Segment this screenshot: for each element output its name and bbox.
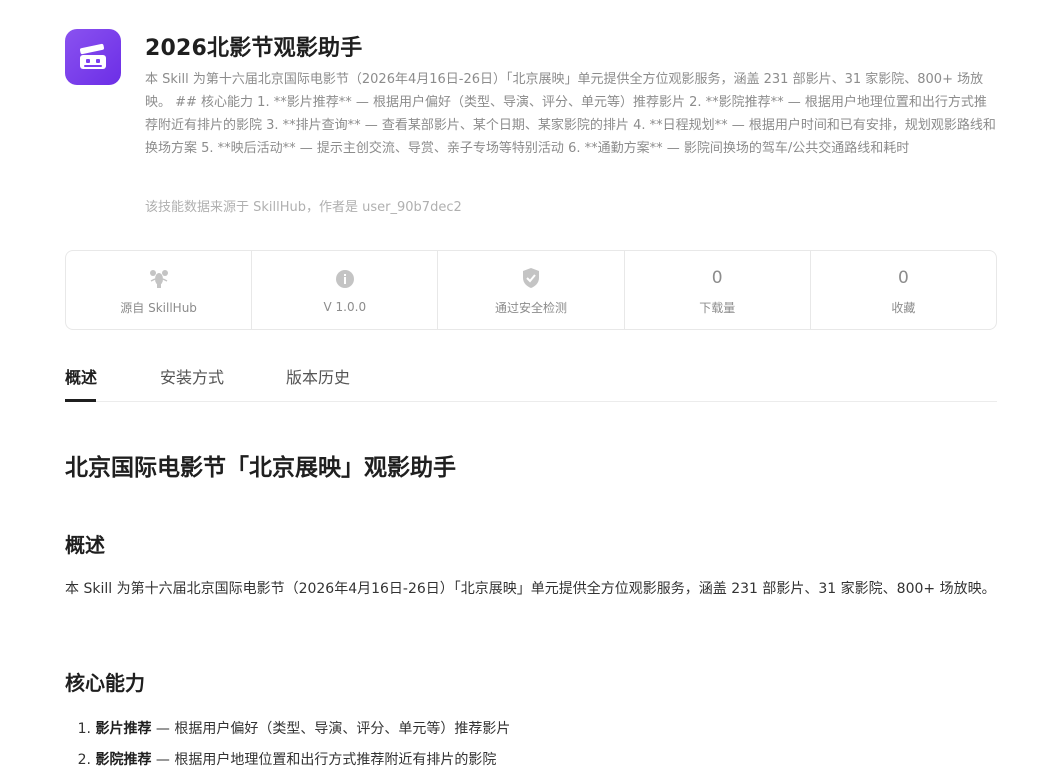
stat-label: 下载量 [699, 300, 736, 315]
skill-title: 2026北影节观影助手 [145, 36, 363, 61]
info-icon [335, 266, 355, 292]
download-count: 0 [711, 267, 723, 288]
source-note: 该技能数据来源于 SkillHub，作者是 user_90b7dec2 [145, 200, 462, 215]
content-title: 北京国际电影节「北京展映」观影助手 [65, 455, 456, 481]
capabilities-heading: 核心能力 [65, 671, 145, 695]
overview-paragraph: 本 Skill 为第十六届北京国际电影节（2026年4月16日-26日）「北京展… [65, 581, 996, 597]
stat-label: V 1.0.0 [323, 300, 367, 314]
list-item: 1. 影片推荐 — 根据用户偏好（类型、导演、评分、单元等）推荐影片 [77, 721, 511, 737]
tab-bar: 概述 安装方式 版本历史 [65, 352, 997, 402]
skill-description: 本 Skill 为第十六届北京国际电影节（2026年4月16日-26日）「北京展… [145, 72, 996, 156]
app-icon [65, 29, 121, 85]
favorite-count: 0 [898, 267, 909, 288]
stat-label: 通过安全检测 [495, 300, 568, 315]
stat-downloads: 0 下载量 [625, 251, 811, 329]
stat-label: 收藏 [891, 300, 916, 315]
overview-heading: 概述 [65, 533, 105, 557]
active-tab-indicator [65, 399, 96, 402]
stat-security: 通过安全检测 [438, 251, 625, 329]
capabilities-list: 1. 影片推荐 — 根据用户偏好（类型、导演、评分、单元等）推荐影片 2. 影院… [65, 714, 997, 776]
lobster-icon [148, 265, 170, 291]
stats-bar: 源自 SkillHub V 1.0.0 通过安全检测 0 下载量 0 收藏 [65, 250, 997, 330]
tab-installation[interactable]: 安装方式 [160, 364, 224, 388]
tab-overview[interactable]: 概述 [65, 364, 97, 388]
stat-source: 源自 SkillHub [66, 251, 253, 329]
tab-version-history[interactable]: 版本历史 [286, 364, 350, 388]
clapperboard-icon [80, 43, 106, 69]
stat-favorites: 0 收藏 [811, 251, 996, 329]
shield-check-icon [521, 265, 541, 291]
stat-version: V 1.0.0 [252, 251, 439, 329]
list-item: 2. 影院推荐 — 根据用户地理位置和出行方式推荐附近有排片的影院 [77, 752, 497, 768]
stat-label: 源自 SkillHub [120, 300, 197, 315]
